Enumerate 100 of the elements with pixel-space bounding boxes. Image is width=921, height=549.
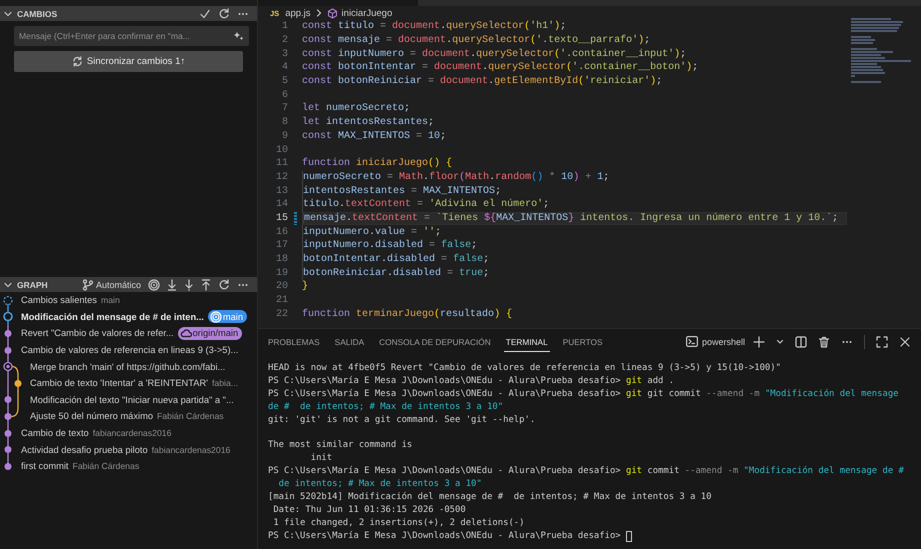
section-header[interactable]: GRAPH Automático [0, 277, 257, 292]
push-icon[interactable] [201, 278, 211, 290]
commit-detail: main [100, 295, 120, 306]
commit-message[interactable]: Revert "Cambio de valores de refer... [21, 328, 174, 338]
code-line: function terminarJuego(resultado) { [302, 308, 514, 322]
code-line: let intentosRestantes; [302, 116, 436, 130]
line-number: 17 [274, 240, 288, 252]
branch-badge: main [208, 310, 248, 324]
code-line: } [302, 280, 310, 294]
line-number: 9 [280, 130, 288, 142]
cube-icon [326, 8, 338, 18]
line-number: 6 [280, 90, 288, 101]
line-number: 12 [274, 172, 288, 183]
terminal-line: de intentos; # Max de intentos 3 a 10" [278, 478, 483, 491]
panel-tab[interactable]: PROBLEMAS [266, 332, 322, 352]
plus-icon[interactable] [753, 336, 765, 348]
code-line: let numeroSecreto; [302, 102, 412, 116]
commit-detail: fabiancardenas2016 [152, 444, 230, 455]
code-line: inputNumero.value = ''; [302, 225, 442, 239]
line-number: 7 [280, 103, 288, 114]
code-line: const inputNumero = document.querySelector('.container__input'); [302, 48, 688, 62]
commit-message[interactable]: Modificación del mensage de # de inten... [21, 312, 204, 322]
terminal-line: PS C:\Users\María E Mesa J\Downloads\ONEdu - Alura\Prueba desafio> [268, 530, 913, 542]
line-number: 1 [280, 21, 288, 32]
line-number: 2 [280, 35, 288, 46]
terminal-line: 1 file changed, 2 insertions(+), 2 deletions(-) [272, 516, 526, 530]
code-line: botonIntentar.disabled = false; [302, 252, 490, 266]
breadcrumb-item[interactable]: app.js [285, 8, 311, 18]
line-number: 14 [274, 199, 288, 210]
code-line: const MAX_INTENTOS = 10; [302, 130, 448, 144]
close-icon[interactable] [899, 336, 911, 348]
commit-message[interactable]: Ajuste 50 del número máximo [30, 411, 153, 422]
terminal-selector[interactable]: powershell [686, 336, 745, 347]
terminal-line: git: 'git' is not a git command. See 'git --help'. [268, 414, 536, 426]
maximize-icon[interactable] [876, 336, 888, 348]
target-icon[interactable] [210, 310, 222, 323]
commit-message[interactable]: Actividad desafio prueba piloto [21, 444, 148, 455]
panel-tab[interactable]: TERMINAL [504, 332, 550, 352]
line-number: 10 [274, 144, 288, 156]
terminal-icon [686, 336, 698, 347]
line-number: 18 [274, 254, 288, 266]
check-icon[interactable] [199, 8, 211, 20]
line-number: 3 [280, 48, 288, 60]
terminal-line: The most similar command is [268, 439, 414, 452]
code-line: botonReiniciar.disabled = true; [302, 266, 490, 280]
line-number: 4 [280, 62, 288, 74]
terminal-line: PS C:\Users\María E Mesa J\Downloads\ONEdu - Alura\Prueba desafio> git add . [268, 374, 676, 388]
code-line: inputNumero.disabled = false; [302, 239, 478, 253]
code-line: const titulo = document.querySelector('h1'); [302, 20, 568, 34]
chevron-right-icon [314, 8, 323, 18]
section-title: GRAPH [17, 280, 48, 290]
commit-detail: fabiancardenas2016 [92, 428, 172, 438]
terminal-line: HEAD is now at 4fbe0f5 Revert "Cambio de valores de referencia en lineas 9 (3->5) y 15(10->100)" [268, 362, 782, 375]
line-number: 21 [274, 295, 288, 306]
section-title: CAMBIOS [17, 8, 58, 18]
minimap-drawing [851, 18, 911, 83]
branch-icon [82, 278, 94, 290]
section-header[interactable]: CAMBIOS [0, 6, 257, 21]
commit-message[interactable]: Cambio de valores de referencia en lineas 9 (3->5)... [21, 345, 238, 356]
line-number: 11 [274, 158, 288, 170]
commit-message[interactable]: Cambio de texto [21, 428, 89, 438]
commit-message[interactable]: first commit [21, 461, 69, 472]
line-number: 20 [274, 281, 288, 292]
sync-changes-button[interactable]: Sincronizar cambios 1↑ [14, 51, 243, 72]
code-line: const botonReiniciar = document.getElementById('reiniciar'); [302, 74, 664, 88]
code-line: titulo.textContent = 'Adivina el número'; [302, 198, 550, 212]
sparkle-icon[interactable] [234, 31, 244, 41]
line-number: 13 [274, 186, 288, 197]
terminal-line: init [310, 452, 334, 466]
panel-tab[interactable]: CONSOLA DE DEPURACIÓN [377, 332, 493, 352]
refresh-icon[interactable] [218, 278, 230, 290]
panel-tab[interactable]: SALIDA [332, 332, 366, 352]
terminal-line: PS C:\Users\María E Mesa J\Downloads\ONEdu - Alura\Prueba desafio> git git commit --amend -m "Modificación del mensage [268, 388, 900, 401]
split-icon[interactable] [795, 336, 807, 348]
commit-detail: Fabián Cárdenas [156, 411, 224, 422]
code-line: function iniciarJuego() { [302, 156, 454, 171]
trash-icon[interactable] [818, 336, 830, 348]
pull-icon[interactable] [184, 278, 194, 290]
commit-message[interactable]: Merge branch 'main' of https://github.com/fabi... [30, 362, 226, 372]
breadcrumb-item[interactable]: iniciarJuego [342, 8, 392, 18]
cloud-icon [180, 328, 192, 338]
terminal-line: [main 5202b14] Modificación del mensage de # de intentos; # Max de intentos 3 a 10 [268, 490, 712, 504]
line-number: 15 [274, 212, 288, 224]
commit-message[interactable]: Cambios salientes [21, 295, 97, 306]
panel-tab[interactable]: PUERTOS [560, 332, 605, 352]
code-line: intentosRestantes = MAX_INTENTOS; [302, 184, 502, 198]
refresh-icon[interactable] [218, 8, 230, 20]
fetch-icon[interactable] [167, 278, 177, 290]
terminal-line: Date: Thu Jun 11 01:36:15 2026 -0500 [272, 504, 467, 517]
graph-target-icon[interactable] [148, 278, 160, 290]
commit-detail: Fabián Cárdenas [72, 461, 140, 472]
commit-message-field[interactable]: Mensaje (Ctrl+Enter para confirmar en "ma... [14, 26, 249, 46]
code-line: const mensaje = document.querySelector('.texto__parrafo'); [302, 34, 652, 48]
graph-mode-button[interactable]: Automático [82, 278, 141, 290]
commit-message[interactable]: Modificación del texto "Iniciar nueva partida" a "... [30, 394, 234, 405]
line-number: 19 [274, 268, 288, 279]
commit-detail: fabia... [212, 378, 238, 388]
commit-message[interactable]: Cambio de texto 'Intentar' a 'REINTENTAR' [30, 378, 208, 388]
terminal-line: PS C:\Users\María E Mesa J\Downloads\ONEdu - Alura\Prueba desafio> git commit --amend -m "Modificación del mensage de # [268, 465, 905, 478]
code-line: numeroSecreto = Math.floor(Math.random() * 10) + 1; [302, 170, 610, 184]
